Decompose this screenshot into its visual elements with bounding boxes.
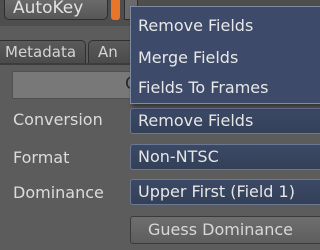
dominance-label: Dominance [13, 183, 104, 202]
format-value: Non-NTSC [138, 147, 219, 166]
menu-item-remove-fields[interactable]: Remove Fields [131, 12, 320, 40]
tab-label: An [98, 43, 118, 61]
tab-metadata[interactable]: Metadata [0, 40, 86, 64]
conversion-dropdown-menu: Remove Fields Merge Fields Fields To Fra… [130, 6, 320, 104]
guess-dominance-button[interactable]: Guess Dominance [130, 216, 320, 244]
menu-item-label: Merge Fields [138, 48, 239, 67]
menu-item-merge-fields[interactable]: Merge Fields [131, 44, 320, 72]
conversion-value: Remove Fields [138, 111, 254, 130]
autokey-button[interactable]: AutoKey [4, 0, 108, 20]
conversion-label: Conversion [13, 110, 103, 129]
menu-item-label: Remove Fields [138, 16, 254, 35]
menu-item-fields-to-frames[interactable]: Fields To Frames [131, 74, 320, 102]
autokey-label: AutoKey [13, 0, 84, 18]
autokey-indicator[interactable] [111, 0, 120, 20]
menu-item-label: Fields To Frames [138, 78, 269, 97]
dominance-dropdown[interactable]: Upper First (Field 1) [130, 179, 320, 205]
conversion-dropdown[interactable]: Remove Fields [130, 108, 320, 134]
tab-label: Metadata [5, 43, 77, 61]
format-dropdown[interactable]: Non-NTSC [130, 144, 320, 170]
dominance-value: Upper First (Field 1) [138, 182, 295, 201]
guess-dominance-label: Guess Dominance [148, 220, 294, 239]
format-label: Format [13, 148, 70, 167]
